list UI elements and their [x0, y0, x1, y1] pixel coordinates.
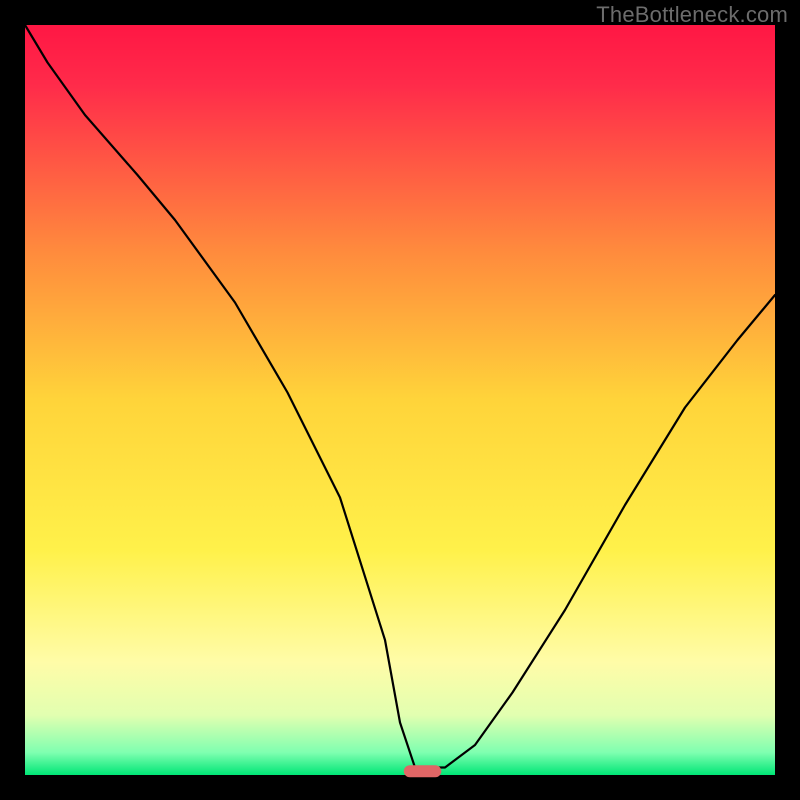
bottleneck-chart — [0, 0, 800, 800]
attribution-text: TheBottleneck.com — [596, 2, 788, 28]
optimal-marker — [404, 765, 442, 777]
chart-frame: TheBottleneck.com — [0, 0, 800, 800]
plot-background — [25, 25, 775, 775]
